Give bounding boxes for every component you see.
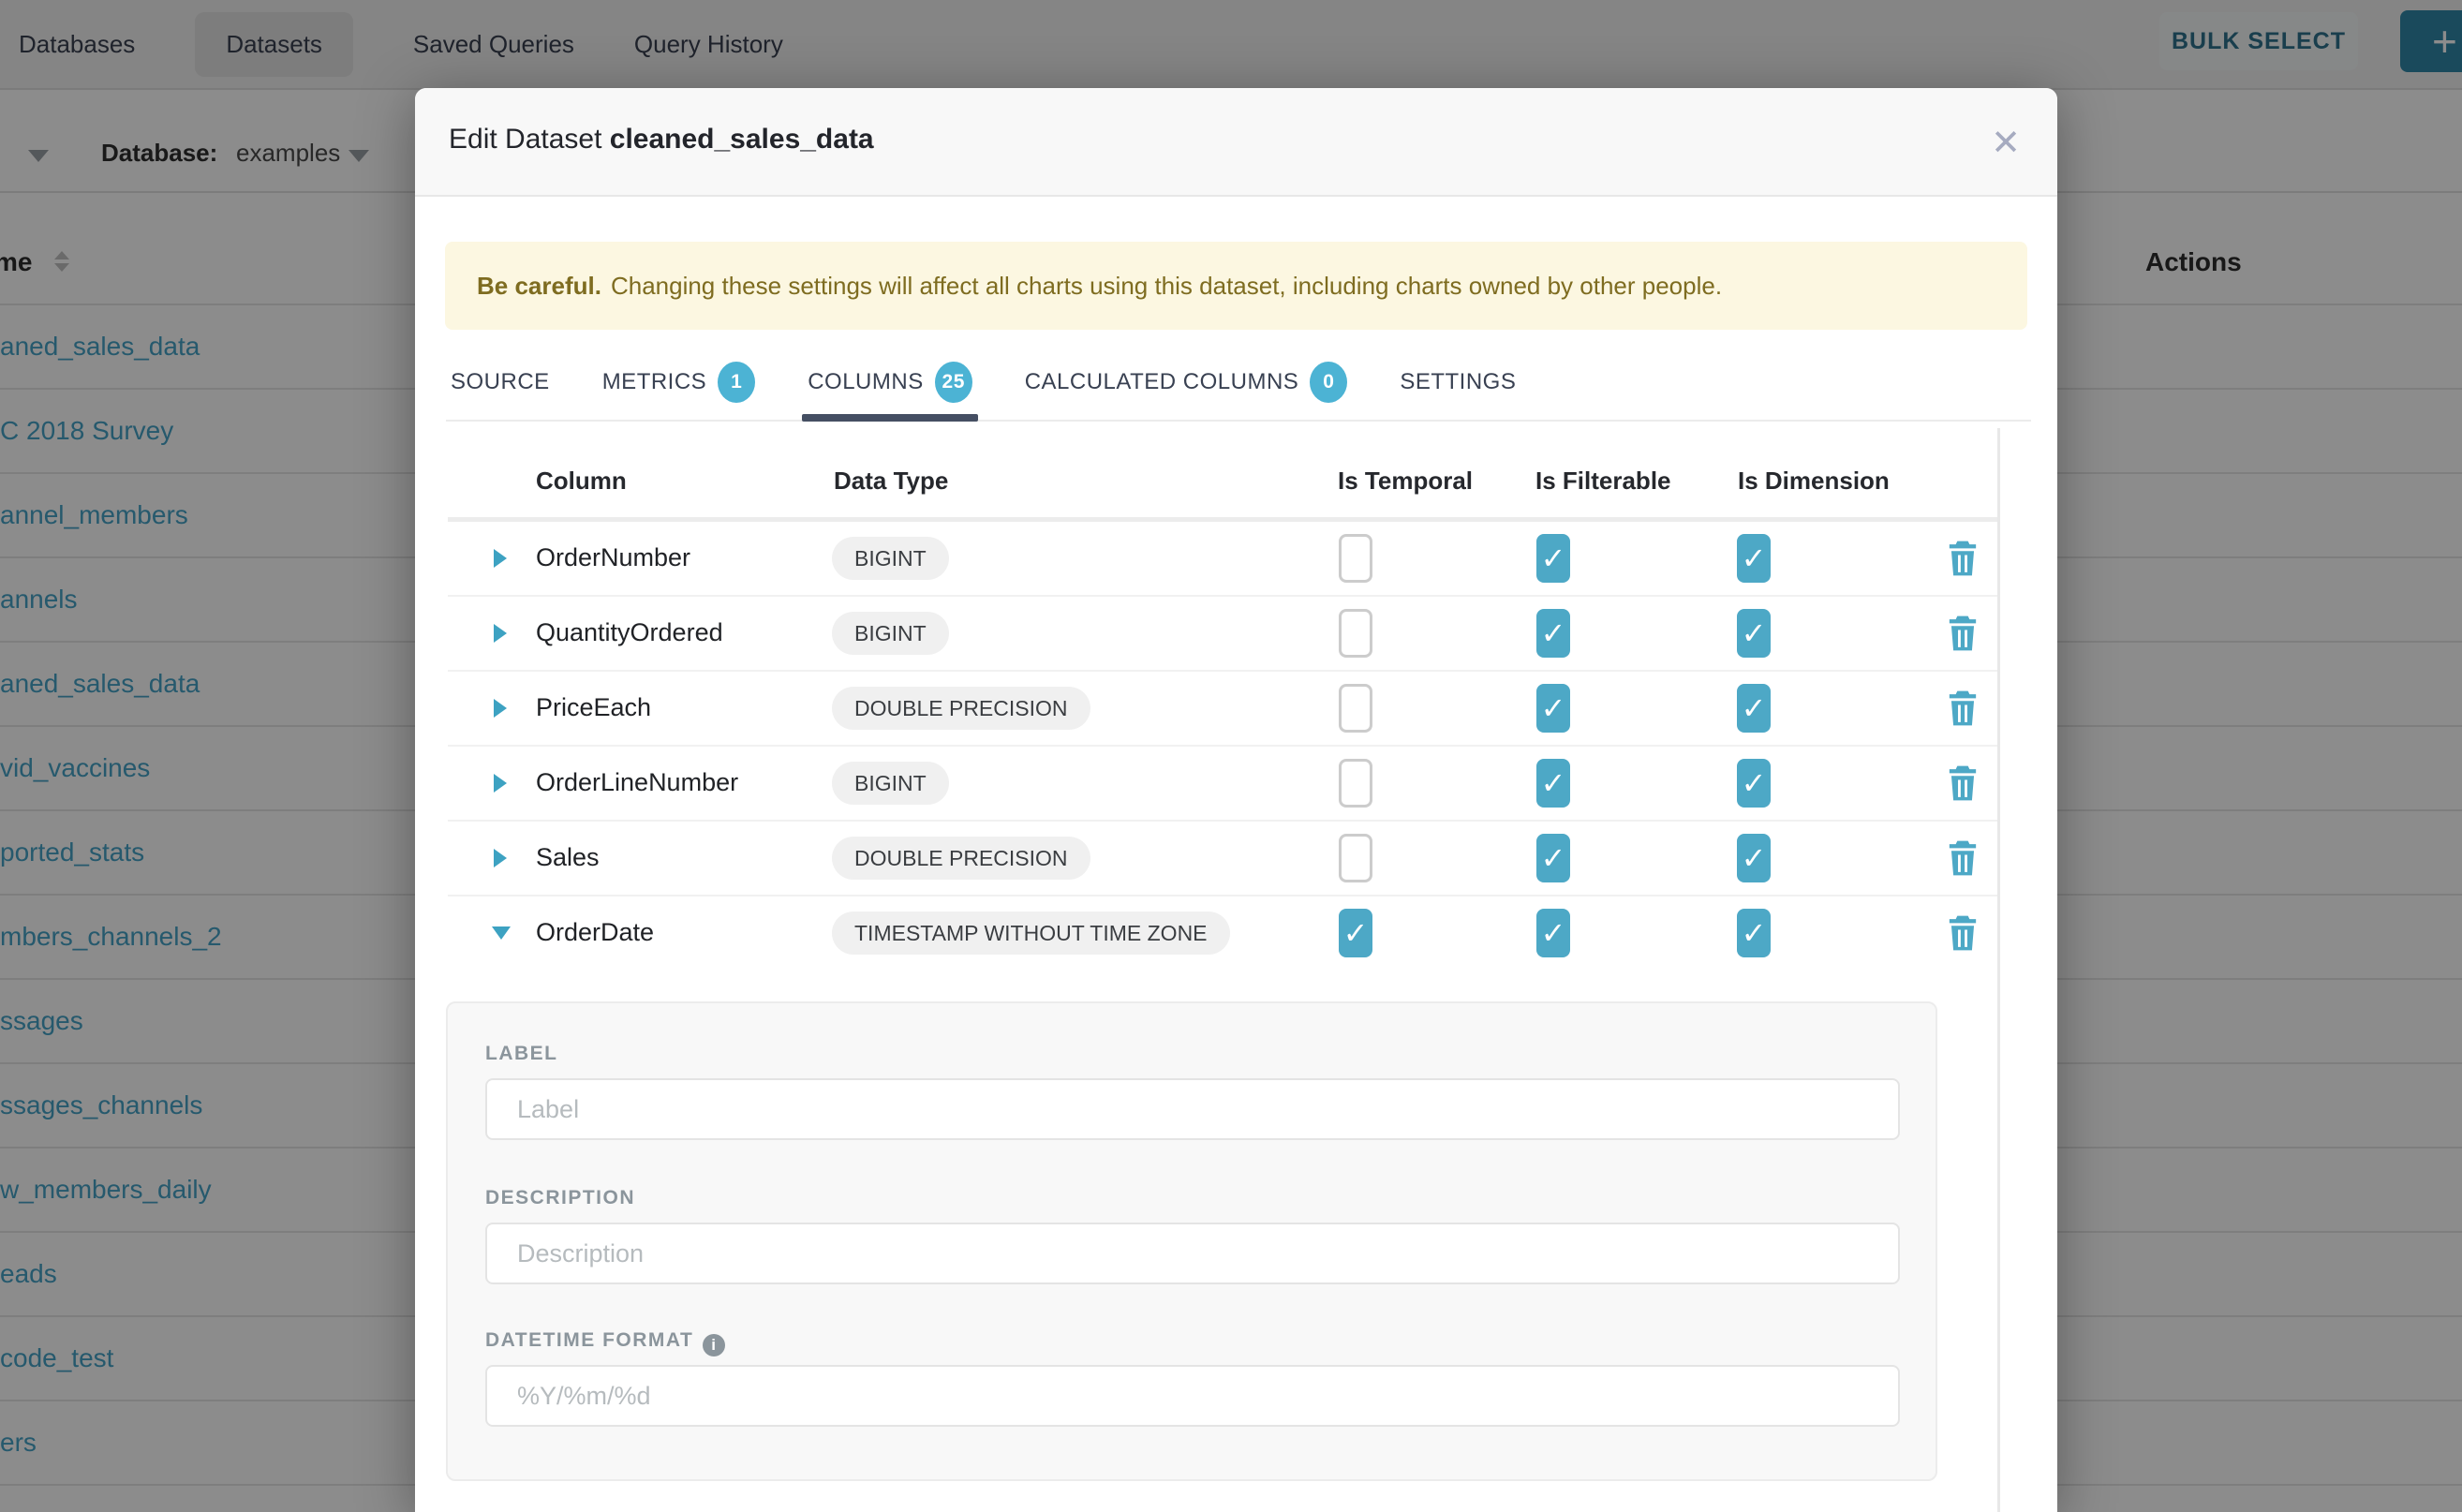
is-filterable-checkbox[interactable] xyxy=(1536,609,1570,658)
datetime-format-input[interactable] xyxy=(485,1365,1900,1427)
tab-settings[interactable]: SETTINGS xyxy=(1400,356,1516,408)
delete-column-icon[interactable] xyxy=(1947,689,1979,727)
data-type-pill: BIGINT xyxy=(832,762,949,805)
metrics-count-badge: 1 xyxy=(718,362,755,403)
expand-caret-icon[interactable] xyxy=(492,774,511,793)
delete-column-icon[interactable] xyxy=(1947,764,1979,802)
is-dimension-checkbox[interactable] xyxy=(1737,609,1771,658)
column-name: OrderDate xyxy=(536,918,654,947)
is-dimension-checkbox[interactable] xyxy=(1737,684,1771,733)
table-row: Sales DOUBLE PRECISION xyxy=(448,822,1998,897)
is-temporal-checkbox[interactable] xyxy=(1339,609,1372,658)
columns-count-badge: 25 xyxy=(935,362,972,403)
modal-scrollbar-track[interactable] xyxy=(1997,428,2000,1512)
delete-column-icon[interactable] xyxy=(1947,540,1979,577)
delete-column-icon[interactable] xyxy=(1947,914,1979,952)
column-name: Sales xyxy=(536,843,600,872)
is-temporal-checkbox[interactable] xyxy=(1339,834,1372,882)
calculated-columns-count-badge: 0 xyxy=(1310,362,1347,403)
is-temporal-checkbox[interactable] xyxy=(1339,684,1372,733)
column-name: OrderNumber xyxy=(536,543,690,572)
datetime-format-field-label: DATETIME FORMAT i xyxy=(485,1329,725,1356)
data-type-pill: BIGINT xyxy=(832,537,949,580)
table-row: QuantityOrdered BIGINT xyxy=(448,597,1998,672)
is-temporal-checkbox[interactable] xyxy=(1339,534,1372,583)
data-type-pill: TIMESTAMP WITHOUT TIME ZONE xyxy=(832,912,1230,955)
is-filterable-checkbox[interactable] xyxy=(1536,684,1570,733)
description-input[interactable] xyxy=(485,1223,1900,1284)
is-dimension-checkbox[interactable] xyxy=(1737,534,1771,583)
warning-text: Changing these settings will affect all … xyxy=(611,272,1722,301)
table-row: OrderNumber BIGINT xyxy=(448,522,1998,597)
label-field-label: LABEL xyxy=(485,1043,558,1065)
close-icon[interactable]: ✕ xyxy=(1978,114,2034,170)
data-type-header: Data Type xyxy=(834,467,948,496)
screen: Databases Datasets Saved Queries Query H… xyxy=(0,0,2462,1512)
is-filterable-checkbox[interactable] xyxy=(1536,909,1570,957)
tab-calculated-columns[interactable]: CALCULATED COLUMNS 0 xyxy=(1025,356,1348,408)
is-dimension-checkbox[interactable] xyxy=(1737,759,1771,808)
is-filterable-header: Is Filterable xyxy=(1535,467,1671,496)
column-header: Column xyxy=(536,467,627,496)
modal-title: Edit Dataset cleaned_sales_data xyxy=(449,124,874,156)
data-type-pill: DOUBLE PRECISION xyxy=(832,687,1090,730)
modal-title-prefix: Edit Dataset xyxy=(449,124,601,155)
data-type-pill: DOUBLE PRECISION xyxy=(832,837,1090,880)
modal-title-dataset-name: cleaned_sales_data xyxy=(610,124,874,155)
column-detail-panel: LABEL DESCRIPTION DATETIME FORMAT i xyxy=(446,1001,1937,1481)
tab-label: METRICS xyxy=(602,369,707,395)
delete-column-icon[interactable] xyxy=(1947,615,1979,652)
table-row: PriceEach DOUBLE PRECISION xyxy=(448,672,1998,747)
tab-label: CALCULATED COLUMNS xyxy=(1025,369,1299,395)
column-name: OrderLineNumber xyxy=(536,768,738,797)
datetime-format-text: DATETIME FORMAT xyxy=(485,1329,693,1351)
expand-caret-icon[interactable] xyxy=(492,849,511,867)
data-type-pill: BIGINT xyxy=(832,612,949,655)
modal-tabs: SOURCE METRICS 1 COLUMNS 25 CALCULATED COL… xyxy=(446,356,2031,422)
collapse-caret-icon[interactable] xyxy=(492,924,511,942)
tab-metrics[interactable]: METRICS 1 xyxy=(602,356,756,408)
edit-dataset-modal: Edit Dataset cleaned_sales_data ✕ Be car… xyxy=(415,88,2057,1512)
column-name: QuantityOrdered xyxy=(536,618,723,647)
is-dimension-checkbox[interactable] xyxy=(1737,909,1771,957)
column-name: PriceEach xyxy=(536,693,651,722)
expand-caret-icon[interactable] xyxy=(492,699,511,718)
is-dimension-header: Is Dimension xyxy=(1738,467,1890,496)
is-dimension-checkbox[interactable] xyxy=(1737,834,1771,882)
warning-banner: Be careful. Changing these settings will… xyxy=(445,242,2027,330)
is-temporal-checkbox[interactable] xyxy=(1339,759,1372,808)
is-filterable-checkbox[interactable] xyxy=(1536,759,1570,808)
description-field-label: DESCRIPTION xyxy=(485,1187,635,1209)
warning-bold-text: Be careful. xyxy=(477,272,601,301)
info-icon[interactable]: i xyxy=(703,1334,725,1356)
is-filterable-checkbox[interactable] xyxy=(1536,834,1570,882)
expand-caret-icon[interactable] xyxy=(492,549,511,568)
tab-label: SETTINGS xyxy=(1400,369,1516,395)
tab-label: COLUMNS xyxy=(808,369,924,395)
table-row-expanded: OrderDate TIMESTAMP WITHOUT TIME ZONE xyxy=(448,897,1998,970)
tab-label: SOURCE xyxy=(451,369,550,395)
is-filterable-checkbox[interactable] xyxy=(1536,534,1570,583)
is-temporal-header: Is Temporal xyxy=(1338,467,1473,496)
label-input[interactable] xyxy=(485,1078,1900,1140)
columns-rows: OrderNumber BIGINT QuantityOrdered BIGIN… xyxy=(448,522,1998,970)
tab-columns[interactable]: COLUMNS 25 xyxy=(808,356,972,408)
expand-caret-icon[interactable] xyxy=(492,624,511,643)
table-row: OrderLineNumber BIGINT xyxy=(448,747,1998,822)
delete-column-icon[interactable] xyxy=(1947,839,1979,877)
modal-header: Edit Dataset cleaned_sales_data ✕ xyxy=(415,88,2057,197)
tab-source[interactable]: SOURCE xyxy=(451,356,550,408)
is-temporal-checkbox[interactable] xyxy=(1339,909,1372,957)
